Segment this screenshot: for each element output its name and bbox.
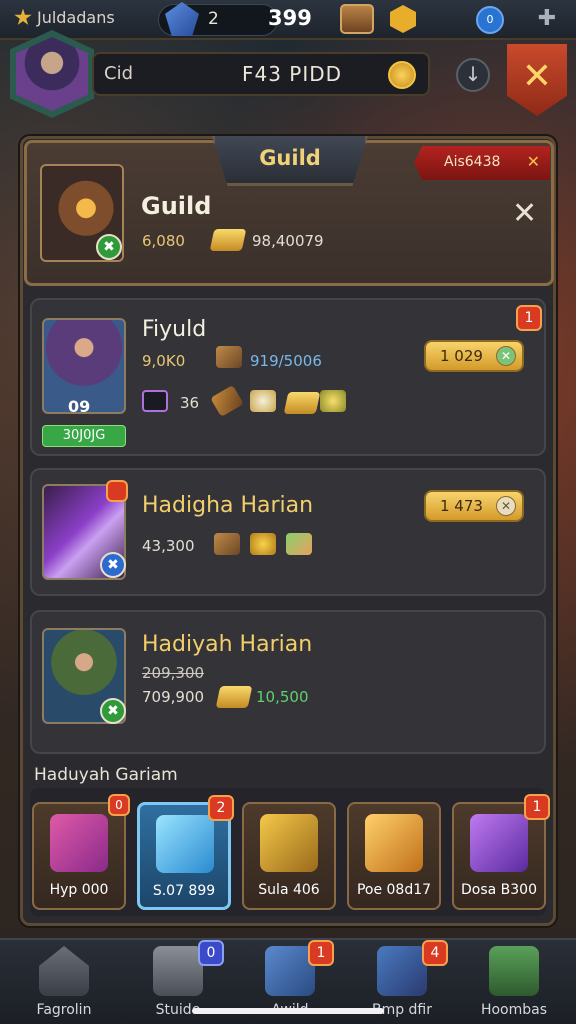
reward-badge: 1 — [524, 794, 550, 820]
player-name-bar[interactable]: Cid F43 PIDD — [92, 52, 430, 96]
notification-badge: 1 — [516, 305, 542, 331]
ribbon-text: Ais6438 — [444, 154, 501, 170]
reward-item[interactable]: Poe 08d17 — [347, 802, 441, 910]
player-id: F43 PIDD — [242, 62, 343, 86]
chest-icon — [489, 946, 539, 996]
chest-icon[interactable] — [340, 4, 374, 34]
nav-label: Hoombas — [480, 1002, 548, 1018]
star-badge-icon: ✕ — [496, 496, 516, 516]
blue-cube-icon — [156, 815, 214, 873]
quest-blue-value: 919/5006 — [250, 352, 322, 370]
check-icon: ✕ — [496, 346, 516, 366]
dropdown-button[interactable]: ↓ — [456, 58, 490, 92]
home-icon — [39, 946, 89, 996]
nav-item-rooms[interactable]: Hoombas — [464, 946, 564, 1022]
quest-progress-label: 1 029 — [440, 347, 483, 365]
nav-badge: 4 — [422, 940, 448, 966]
reward-item[interactable]: Hyp 000 0 — [32, 794, 130, 910]
guild-total-value: 98,40079 — [252, 232, 324, 250]
quest-progress-button[interactable]: 1 029 ✕ — [424, 340, 524, 372]
coin-pile-icon — [250, 533, 276, 555]
reward-label: Hyp 000 — [49, 882, 109, 898]
crystal-icon — [377, 946, 427, 996]
app-name-label: Juldadans — [37, 8, 115, 27]
reward-item[interactable]: Dosa B300 1 — [452, 794, 550, 910]
panel-title-tab: Guild — [212, 136, 368, 186]
app-name: Juldadans — [14, 8, 115, 27]
quest-value: 709,900 — [142, 688, 205, 706]
star-icon — [14, 8, 32, 25]
gem-count: 2 — [208, 9, 219, 29]
medal-icon[interactable] — [390, 5, 416, 33]
quest-green-value: 10,500 — [256, 688, 309, 706]
wrench-icon: ✖ — [96, 234, 122, 260]
crossed-tools-icon — [216, 346, 242, 368]
nav-badge: 0 — [198, 940, 224, 966]
top-status-bar: Juldadans 2 399 0 ✚ — [0, 0, 576, 40]
gold-coin-icon — [388, 61, 416, 89]
coin-count: 399 — [268, 6, 312, 30]
quest-title: Hadiyah Harian — [142, 632, 313, 657]
gold-bar-icon — [215, 686, 253, 708]
leaf-icon: ✖ — [100, 698, 126, 724]
shield-icon — [142, 390, 168, 412]
notification-button[interactable]: 0 — [476, 6, 504, 34]
nav-item-home[interactable]: Fagrolin — [14, 946, 114, 1022]
gold-bar-icon — [209, 229, 247, 251]
tool-icon: ✖ — [100, 552, 126, 578]
guild-gold-value: 6,080 — [142, 232, 185, 250]
quest-progress-label: 1 473 — [440, 497, 483, 515]
player-label: Cid — [104, 63, 133, 84]
sparkle-icon — [250, 390, 276, 412]
close-card-icon[interactable]: ✕ — [512, 196, 537, 231]
pink-chest-icon — [50, 814, 108, 872]
ribbon-x-icon: ✕ — [526, 152, 540, 171]
hero-status-tag: 30J0JG — [42, 425, 126, 447]
ribbon-banner[interactable]: Ais6438 ✕ — [414, 146, 550, 180]
reward-label: Poe 08d17 — [356, 882, 432, 898]
reward-label: Dosa B300 — [461, 882, 537, 898]
hero-level: 09 — [68, 397, 91, 416]
golden-key-icon — [365, 814, 423, 872]
quest-value: 43,300 — [142, 537, 195, 555]
treasure-chest-icon — [260, 814, 318, 872]
purple-gift-icon — [470, 814, 528, 872]
settings-icon[interactable]: ✚ — [536, 8, 558, 30]
reward-item-selected[interactable]: S.07 899 2 — [137, 795, 234, 910]
crossed-axes-icon — [214, 533, 240, 555]
guild-title: Guild — [141, 192, 212, 220]
nav-badge: 1 — [308, 940, 334, 966]
reward-item[interactable]: Sula 406 — [242, 802, 336, 910]
quest-small-value: 36 — [180, 394, 200, 412]
star-cluster-icon — [320, 390, 346, 412]
reward-badge: 2 — [208, 795, 234, 821]
reward-badge: 0 — [108, 794, 130, 816]
scroll-icon — [286, 533, 312, 555]
nav-label: Fagrolin — [36, 1002, 92, 1018]
quest-progress-button[interactable]: 1 473 ✕ — [424, 490, 524, 522]
reward-label: Sula 406 — [258, 882, 320, 898]
quest-title: Fiyuld — [142, 317, 207, 342]
quest-gold-value: 9,0K0 — [142, 352, 186, 370]
home-indicator[interactable] — [192, 1008, 384, 1014]
quest-title: Hadigha Harian — [142, 493, 314, 518]
quest-old-value: 209,300 — [142, 664, 205, 682]
item-badge — [106, 480, 128, 502]
building-icon — [153, 946, 203, 996]
rewards-section-label: Haduyah Gariam — [34, 765, 178, 785]
gold-bar-icon — [283, 392, 321, 414]
reward-label: S.07 899 — [152, 883, 216, 899]
